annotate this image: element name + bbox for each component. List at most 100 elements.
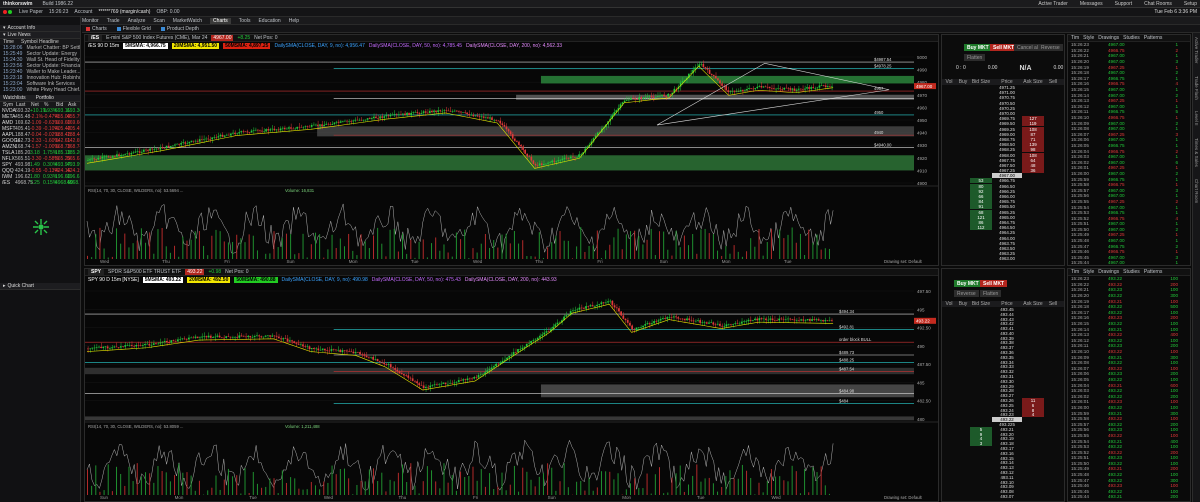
candle (538, 163, 541, 166)
vertical-tab[interactable]: Trade Flash (1194, 76, 1199, 100)
symbol-field[interactable]: SPY (88, 269, 105, 275)
trade-size: 2 (1175, 70, 1178, 76)
menu-item-scan[interactable]: Scan (153, 18, 164, 24)
volume-bar (480, 469, 482, 495)
reverse-button[interactable]: Reverse (954, 290, 979, 297)
trade-price: 493.23 (1108, 287, 1123, 293)
candle (315, 348, 317, 350)
candle (640, 97, 643, 99)
es-price-chart[interactable]: 5000499049804970496049504940493049204910… (85, 49, 938, 265)
flatten-button[interactable]: Flatten (980, 290, 1002, 297)
tab-studies[interactable]: Studies (1123, 269, 1140, 275)
trade-price: 4966.75 (1108, 47, 1125, 53)
interval-label[interactable]: /ES 90 D 15m (88, 43, 119, 49)
interval-label[interactable]: SPY 90 D 15m [NYSE] (88, 277, 139, 283)
watchlist-header[interactable]: Watchlists Portfolio (0, 95, 80, 102)
candle (196, 336, 199, 338)
menu-item-monitor[interactable]: Monitor (82, 18, 99, 24)
account-value[interactable]: ******769 (margin/cash) (98, 9, 150, 15)
candle (238, 335, 241, 338)
news-item[interactable]: 15:23:00 White Pkwy Head Chief... (0, 87, 80, 93)
symbol-cell: /ES (2, 180, 11, 186)
candle (804, 88, 806, 90)
top-link[interactable]: Setup (1184, 1, 1197, 7)
study-tag: DailySMA(CLOSE, DAY, 9, no): 4,956.47 (274, 42, 365, 49)
watchlist-row[interactable]: /ES4968.757.250.15%4968.504968.75 (0, 180, 80, 186)
volume-bar (717, 491, 719, 495)
account-info-header[interactable]: ▾ Account Info (0, 25, 80, 32)
sell-mkt-button[interactable]: Sell MKT (980, 280, 1008, 287)
top-link[interactable]: Support (1115, 1, 1133, 7)
reverse-button[interactable]: Reverse (1038, 44, 1063, 51)
volume-bar (356, 484, 358, 495)
menu-item-education[interactable]: Education (258, 18, 280, 24)
tab-style[interactable]: Style (1083, 35, 1094, 41)
price-axis-label: 4910 (917, 168, 928, 173)
chart-header: /ES E-mini S&P 500 Index Futures (CME), … (85, 35, 938, 42)
tab-tim[interactable]: Tim (1071, 35, 1079, 41)
volume-bar (758, 482, 760, 495)
volume-bar (820, 466, 822, 495)
candle (229, 336, 232, 338)
volume-bar (526, 471, 528, 495)
menu-item-marketwatch[interactable]: MarketWatch (173, 18, 202, 24)
buy-mkt-button[interactable]: Buy MKT (954, 280, 982, 287)
trade-price: 4967.00 (1108, 103, 1125, 109)
quick-chart-header[interactable]: ▸ Quick Chart (0, 283, 80, 290)
menu-item-tools[interactable]: Tools (239, 18, 251, 24)
vertical-tab[interactable]: Level II (1194, 111, 1199, 126)
top-link[interactable]: Active Trader (1038, 1, 1067, 7)
volume-bar (480, 243, 482, 259)
vertical-tab[interactable]: Chart Room (1194, 179, 1199, 203)
menu-item-charts[interactable]: Charts (210, 17, 231, 24)
ladder-row[interactable]: 493.07 (942, 494, 1064, 499)
vertical-tab[interactable]: Active Trader (1194, 37, 1199, 64)
toolbar-item[interactable]: Product Depth (160, 26, 199, 32)
tab-patterns[interactable]: Patterns (1144, 269, 1163, 275)
trade-row: 15:26:18 4967.00 2 (1068, 70, 1190, 76)
flatten-button[interactable]: Flatten (964, 54, 986, 61)
tab-portfolio[interactable]: Portfolio (36, 95, 54, 101)
trade-row: 15:26:12 493.22 100 (1068, 338, 1190, 344)
trade-size: 2 (1175, 120, 1178, 126)
top-link[interactable]: Messages (1080, 1, 1103, 7)
toolbar-item[interactable]: Flexible Grid (116, 26, 151, 32)
live-news-header[interactable]: ▾ Live News (0, 32, 80, 39)
candle (553, 160, 555, 162)
candle (776, 320, 778, 321)
trade-size: 3 (1175, 59, 1178, 65)
tab-style[interactable]: Style (1083, 269, 1094, 275)
top-link[interactable]: Chat Rooms (1144, 1, 1172, 7)
study-legend: /ES 90 D 15m 5MSMA: 4,966.75 20MSMA: 4,9… (85, 42, 938, 49)
ladder-row[interactable]: 4963.00 (942, 256, 1064, 261)
candle (806, 87, 808, 89)
paper-label[interactable]: Live Paper (19, 9, 43, 15)
candle (556, 322, 559, 325)
symbol-field[interactable]: /ES (88, 35, 103, 41)
candle (329, 124, 332, 125)
candle (263, 131, 265, 133)
tab-drawings[interactable]: Drawings (1098, 35, 1119, 41)
candle (669, 93, 672, 95)
menu-item-help[interactable]: Help (289, 18, 299, 24)
tab-patterns[interactable]: Patterns (1144, 35, 1163, 41)
volume-bar (339, 468, 341, 495)
tab-watchlists[interactable]: Watchlists (3, 95, 26, 101)
candle (648, 95, 651, 97)
buy-mkt-button[interactable]: Buy MKT (964, 44, 992, 51)
volume-bar (708, 477, 710, 495)
tab-tim[interactable]: Tim (1071, 269, 1079, 275)
vertical-tab[interactable]: Times & Sales (1194, 138, 1199, 167)
menu-item-trade[interactable]: Trade (107, 18, 120, 24)
candle (424, 111, 427, 113)
volume-bar (509, 484, 511, 495)
volume-bar (455, 232, 457, 259)
tab-drawings[interactable]: Drawings (1098, 269, 1119, 275)
menu-item-analyze[interactable]: Analyze (128, 18, 146, 24)
trade-time: 15:25:47 (1071, 243, 1089, 249)
candle (431, 385, 434, 386)
tab-studies[interactable]: Studies (1123, 35, 1140, 41)
volume-bar (277, 493, 279, 495)
toolbar-item[interactable]: Charts (86, 26, 107, 32)
spy-price-chart[interactable]: 497.50495492.50490487.50485482.50480$494… (85, 283, 938, 501)
